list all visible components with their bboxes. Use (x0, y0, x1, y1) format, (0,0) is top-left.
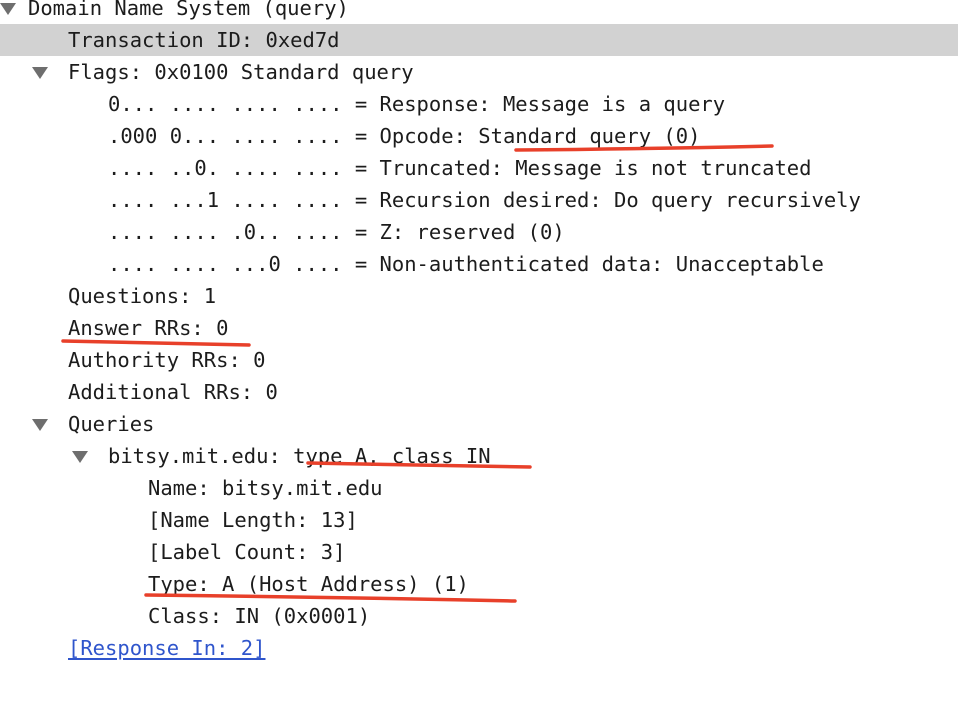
tree-row-response-in[interactable]: [Response In: 2] (0, 632, 958, 664)
tree-row-label: Flags: 0x0100 Standard query (68, 60, 414, 84)
disclosure-triangle-expanded-icon[interactable] (32, 56, 48, 88)
disclosure-triangle-expanded-icon[interactable] (72, 440, 88, 472)
tree-row-label: .000 0... .... .... = Opcode: Standard q… (108, 124, 701, 148)
tree-row-label: Answer RRs: 0 (68, 316, 229, 340)
tree-row-label: .... ..0. .... .... = Truncated: Message… (108, 156, 812, 180)
tree-row-flag-recursion-desired[interactable]: .... ...1 .... .... = Recursion desired:… (0, 184, 958, 216)
response-in-link[interactable]: [Response In: 2] (68, 632, 265, 664)
disclosure-triangle-expanded-icon[interactable] (0, 0, 16, 24)
tree-row-label: Name: bitsy.mit.edu (148, 476, 383, 500)
packet-details-tree: Domain Name System (query) Transaction I… (0, 0, 958, 664)
tree-row-label: Authority RRs: 0 (68, 348, 266, 372)
tree-row-questions[interactable]: Questions: 1 (0, 280, 958, 312)
tree-row-label: Questions: 1 (68, 284, 217, 308)
tree-row-flag-truncated[interactable]: .... ..0. .... .... = Truncated: Message… (0, 152, 958, 184)
tree-row-label: Transaction ID: 0xed7d (68, 28, 340, 52)
tree-row-flag-opcode[interactable]: .000 0... .... .... = Opcode: Standard q… (0, 120, 958, 152)
tree-row-query-entry[interactable]: bitsy.mit.edu: type A, class IN (0, 440, 958, 472)
tree-row-dns[interactable]: Domain Name System (query) (0, 0, 958, 24)
tree-row-label: Type: A (Host Address) (1) (148, 572, 469, 596)
tree-row-query-class[interactable]: Class: IN (0x0001) (0, 600, 958, 632)
tree-row-name-length[interactable]: [Name Length: 13] (0, 504, 958, 536)
tree-row-query-type[interactable]: Type: A (Host Address) (1) (0, 568, 958, 600)
tree-row-label-count[interactable]: [Label Count: 3] (0, 536, 958, 568)
tree-row-transaction-id[interactable]: Transaction ID: 0xed7d (0, 24, 958, 56)
tree-row-label: Queries (68, 412, 155, 436)
tree-row-queries[interactable]: Queries (0, 408, 958, 440)
tree-row-label: 0... .... .... .... = Response: Message … (108, 92, 726, 116)
tree-row-flag-response[interactable]: 0... .... .... .... = Response: Message … (0, 88, 958, 120)
tree-row-label: [Name Length: 13] (148, 508, 358, 532)
tree-row-label: [Label Count: 3] (148, 540, 346, 564)
tree-row-label: Class: IN (0x0001) (148, 604, 371, 628)
tree-row-flag-non-authenticated[interactable]: .... .... ...0 .... = Non-authenticated … (0, 248, 958, 280)
tree-row-label: .... .... ...0 .... = Non-authenticated … (108, 252, 824, 276)
tree-row-additional-rrs[interactable]: Additional RRs: 0 (0, 376, 958, 408)
tree-row-label: bitsy.mit.edu: type A, class IN (108, 444, 491, 468)
tree-row-query-name[interactable]: Name: bitsy.mit.edu (0, 472, 958, 504)
tree-row-authority-rrs[interactable]: Authority RRs: 0 (0, 344, 958, 376)
tree-row-label: .... .... .0.. .... = Z: reserved (0) (108, 220, 565, 244)
tree-row-label: Domain Name System (query) (28, 0, 349, 20)
tree-row-flag-z[interactable]: .... .... .0.. .... = Z: reserved (0) (0, 216, 958, 248)
tree-row-label: Additional RRs: 0 (68, 380, 278, 404)
disclosure-triangle-expanded-icon[interactable] (32, 408, 48, 440)
tree-row-flags[interactable]: Flags: 0x0100 Standard query (0, 56, 958, 88)
tree-row-answer-rrs[interactable]: Answer RRs: 0 (0, 312, 958, 344)
tree-row-label: .... ...1 .... .... = Recursion desired:… (108, 188, 861, 212)
